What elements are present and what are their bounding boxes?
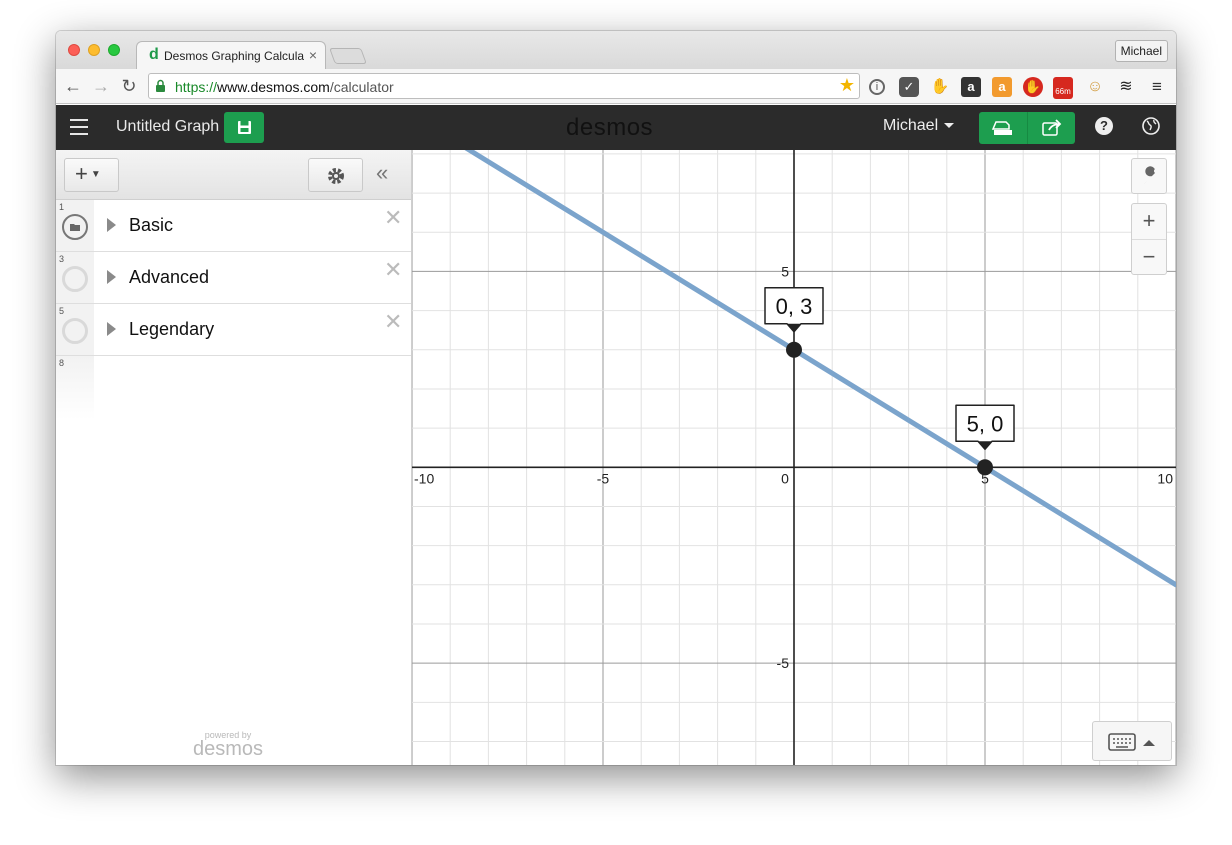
visibility-toggle-icon[interactable] xyxy=(62,266,88,292)
plus-icon: + xyxy=(75,161,88,186)
url-scheme: https:// xyxy=(175,79,218,95)
browser-tab-active[interactable]: d Desmos Graphing Calculat × xyxy=(136,41,326,69)
expression-list-toolbar: + ▼ « xyxy=(56,150,411,200)
x-tick-label: -10 xyxy=(414,470,434,486)
delete-icon[interactable]: ✕ xyxy=(384,205,402,231)
address-bar[interactable]: https://www.desmos.com/calculator ★ xyxy=(148,73,860,99)
chevron-down-icon xyxy=(944,123,955,129)
floppy-disk-icon xyxy=(238,121,251,134)
folder-label[interactable]: Basic xyxy=(129,215,173,236)
list-item-expression[interactable]: 3 Advanced ✕ xyxy=(56,252,411,304)
bookmark-star-icon[interactable]: ★ xyxy=(839,75,855,96)
row-number: 5 xyxy=(59,306,65,316)
timer-badge-icon[interactable]: 66m xyxy=(1053,77,1073,99)
powered-by-logo[interactable]: powered by desmos xyxy=(193,730,264,760)
point-label-text: 0, 3 xyxy=(776,294,813,319)
caret-down-icon: ▼ xyxy=(90,169,101,181)
tab-title: Desmos Graphing Calculat xyxy=(164,49,304,63)
forward-button[interactable]: → xyxy=(90,76,112,96)
data-point xyxy=(786,341,802,358)
desmos-favicon-icon: d xyxy=(149,46,159,63)
list-item-expression[interactable]: 5 Legendary ✕ xyxy=(56,304,411,356)
zoom-controls: + − xyxy=(1131,203,1167,275)
share-button-group xyxy=(979,112,1075,144)
user-name: Michael xyxy=(883,117,939,134)
pocket-icon[interactable]: ✓ xyxy=(899,77,919,97)
expand-triangle-icon[interactable] xyxy=(107,322,116,336)
adblock-icon[interactable]: ✋ xyxy=(1023,77,1043,97)
expression-label[interactable]: Advanced xyxy=(129,267,209,288)
data-point xyxy=(977,459,993,476)
share-icon[interactable] xyxy=(1028,112,1075,144)
x-tick-label: 0 xyxy=(781,470,789,486)
close-window-button[interactable] xyxy=(68,44,80,56)
graph-paper[interactable]: -10 -5 0 5 10 5 -5 0, 3 5, 0 + − xyxy=(412,150,1176,765)
reload-button[interactable]: ↻ xyxy=(118,76,140,96)
add-item-button[interactable]: + ▼ xyxy=(64,158,119,192)
evernote-icon[interactable]: ✋ xyxy=(930,77,950,97)
expand-triangle-icon[interactable] xyxy=(107,218,116,232)
buffer-icon[interactable]: ≋ xyxy=(1116,77,1136,97)
visibility-toggle-icon[interactable] xyxy=(62,318,88,344)
list-item-folder[interactable]: 1 Basic ✕ xyxy=(56,200,411,252)
back-button[interactable]: ← xyxy=(62,76,84,96)
lock-icon xyxy=(156,79,165,92)
zoom-in-button[interactable]: + xyxy=(1132,204,1166,240)
settings-button[interactable] xyxy=(308,158,363,192)
x-tick-label: 10 xyxy=(1157,470,1173,486)
delete-icon[interactable]: ✕ xyxy=(384,257,402,283)
powered-by-desmos: desmos xyxy=(193,738,264,760)
wrench-icon xyxy=(1144,166,1158,184)
tab-strip: d Desmos Graphing Calculat × Michael xyxy=(56,31,1176,69)
url-host: www.desmos.com xyxy=(217,79,330,95)
empty-row-gutter: 8 xyxy=(56,356,94,420)
expression-label[interactable]: Legendary xyxy=(129,319,214,340)
help-icon[interactable]: ? xyxy=(1095,117,1113,135)
delete-icon[interactable]: ✕ xyxy=(384,309,402,335)
desmos-header: Untitled Graph desmos Michael ? xyxy=(56,105,1176,150)
expand-triangle-icon[interactable] xyxy=(107,270,116,284)
point-label-pointer xyxy=(978,441,992,450)
gear-icon xyxy=(328,168,344,184)
graph-title[interactable]: Untitled Graph xyxy=(116,118,219,136)
keypad-toggle-button[interactable] xyxy=(1092,721,1172,761)
chrome-menu-icon[interactable]: ≡ xyxy=(1147,77,1167,97)
x-tick-label: -5 xyxy=(597,470,610,486)
expression-list: + ▼ « 1 Basic ✕ 3 Advanced ✕ 5 Legendary… xyxy=(56,150,412,765)
minimize-window-button[interactable] xyxy=(88,44,100,56)
maximize-window-button[interactable] xyxy=(108,44,120,56)
globe-icon[interactable] xyxy=(1142,117,1160,135)
desmos-logo: desmos xyxy=(566,114,654,141)
profile-button[interactable]: Michael xyxy=(1114,40,1168,62)
amazon-icon[interactable]: a xyxy=(961,77,981,97)
tab-close-icon[interactable]: × xyxy=(309,47,317,63)
browser-toolbar: ← → ↻ https://www.desmos.com/calculator … xyxy=(56,69,1176,104)
url-text: https://www.desmos.com/calculator xyxy=(175,79,394,95)
new-tab-button[interactable] xyxy=(329,48,367,64)
info-icon[interactable]: i xyxy=(869,79,885,95)
user-menu[interactable]: Michael xyxy=(883,117,955,135)
y-tick-label: 5 xyxy=(781,263,789,279)
point-label-text: 5, 0 xyxy=(967,411,1004,436)
save-button[interactable] xyxy=(224,112,264,143)
honey-icon[interactable]: ☺ xyxy=(1085,77,1105,97)
graph-settings-button[interactable] xyxy=(1131,158,1167,194)
hamburger-menu-icon[interactable] xyxy=(70,119,88,135)
folder-icon[interactable] xyxy=(62,214,88,240)
row-number: 8 xyxy=(59,358,65,368)
collapse-list-icon[interactable]: « xyxy=(376,160,388,186)
zoom-out-button[interactable]: − xyxy=(1132,240,1166,275)
browser-window: d Desmos Graphing Calculat × Michael ← →… xyxy=(56,31,1176,765)
row-number: 3 xyxy=(59,254,65,264)
amazon-orange-icon[interactable]: a xyxy=(992,77,1012,97)
print-icon[interactable] xyxy=(979,112,1027,144)
url-path: /calculator xyxy=(329,79,394,95)
keyboard-icon xyxy=(1108,733,1155,751)
point-label-pointer xyxy=(787,323,801,332)
y-tick-label: -5 xyxy=(777,655,790,671)
empty-expression-input[interactable] xyxy=(94,356,411,420)
graph-canvas[interactable]: -10 -5 0 5 105-50, 35, 0 xyxy=(412,150,1176,765)
row-number: 1 xyxy=(59,202,65,212)
